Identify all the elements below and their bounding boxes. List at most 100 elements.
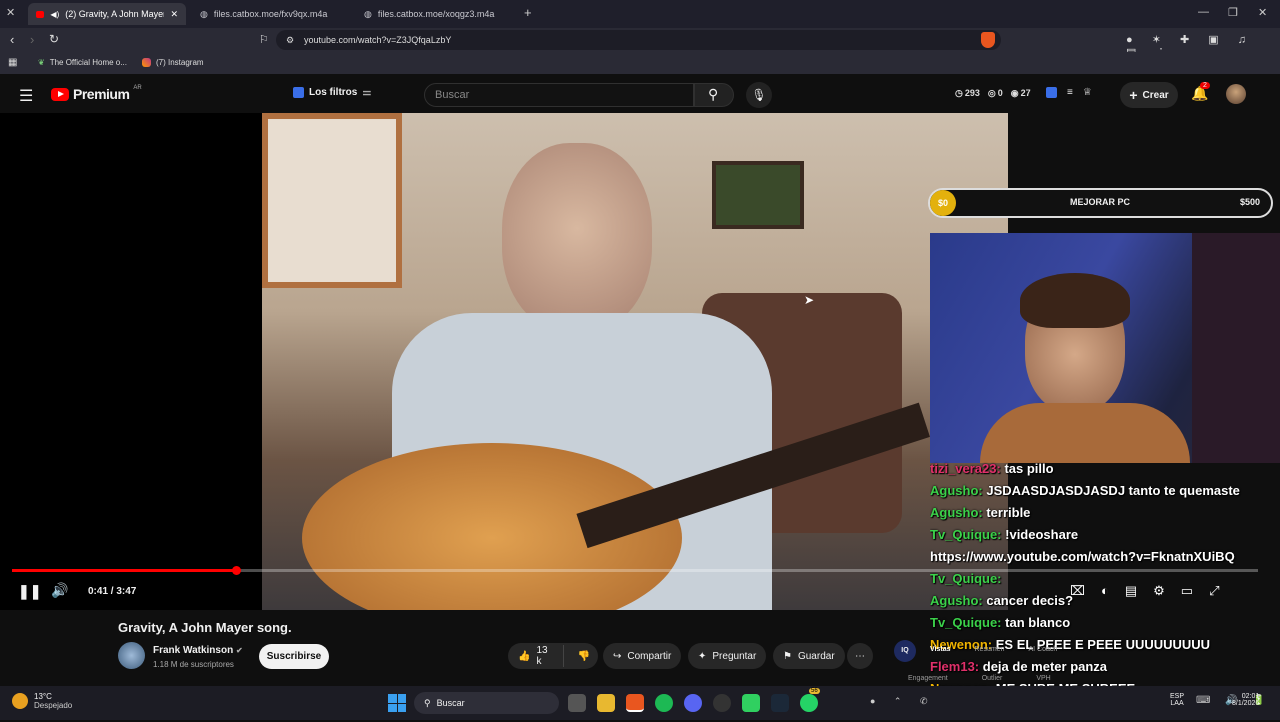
streamlabs-icon[interactable] (742, 694, 760, 712)
search-icon: ⚲ (424, 697, 431, 708)
steam-icon[interactable] (771, 694, 789, 712)
tab-vistas[interactable]: Vistas (930, 646, 951, 653)
more-actions-button[interactable]: ⋯ (847, 643, 873, 669)
obs-icon[interactable] (713, 694, 731, 712)
taskbar-search[interactable]: ⚲ Buscar (414, 692, 559, 714)
site-info-icon[interactable]: ⚙ (286, 35, 294, 46)
browser-tab-youtube[interactable]: ◀) (2) Gravity, A John Mayer son ✕ (28, 3, 186, 25)
language-indicator[interactable]: ESP LAA (1170, 693, 1184, 707)
filters-button[interactable]: Los filtros ⚌ (293, 87, 371, 98)
lang-code: ESP (1170, 693, 1185, 700)
chat-text: terrible (986, 505, 1031, 520)
chat-username: Flem13: (930, 659, 980, 674)
youtube-logo[interactable]: Premium AR (51, 85, 142, 102)
start-button[interactable] (388, 694, 406, 712)
tab-engagement[interactable]: Engagement (908, 675, 948, 682)
bookmarks-bar: ▦ ❦ The Official Home o... (7) Instagram (0, 52, 1280, 74)
chat-username: Agusho: (930, 593, 983, 608)
analytics-tabs-2: Engagement Outlier VPH (908, 675, 1051, 682)
list-icon[interactable]: ≡ (1067, 87, 1073, 98)
chat-text: !videoshare (1005, 527, 1079, 542)
weather-icon (12, 693, 28, 709)
new-tab-icon[interactable]: + (524, 5, 532, 20)
channel-name[interactable]: Frank Watkinson ✔ (153, 645, 243, 656)
file-explorer-icon[interactable] (597, 694, 615, 712)
ext-icons[interactable]: ≡ ♕ (1046, 87, 1092, 98)
browser-menu-icon[interactable]: ✕ (6, 6, 20, 20)
microphone-icon: 🎙 (751, 88, 767, 102)
bookmark-official-home[interactable]: ❦ The Official Home o... (38, 58, 127, 67)
voice-search-button[interactable]: 🎙 (746, 82, 772, 108)
whatsapp-icon[interactable]: 56 (800, 688, 820, 712)
chat-username: Tv_Quique: (930, 571, 1002, 586)
back-icon[interactable]: ‹ (10, 32, 14, 47)
clock-icon: ◷ (955, 88, 963, 98)
brave-shield-icon[interactable] (981, 32, 995, 48)
tab-close-icon[interactable]: ✕ (170, 9, 178, 20)
iq-icon[interactable] (1046, 87, 1057, 98)
chat-text: tas pillo (1004, 461, 1054, 476)
upgrade-label: MEJORAR PC (1070, 197, 1131, 207)
mirror (262, 113, 402, 288)
close-window-icon[interactable]: ✕ (1258, 6, 1267, 19)
chat-message: Agusho: JSDAASDJASDJASDJ tanto te quemas… (930, 480, 1280, 502)
hamburger-menu-icon[interactable]: ☰ (19, 86, 33, 106)
avatar[interactable] (1226, 84, 1246, 104)
minimize-icon[interactable]: — (1198, 6, 1209, 18)
tray-icons[interactable]: ● ⌃ ✆ (870, 696, 936, 707)
create-button[interactable]: + Crear (1120, 82, 1178, 108)
man-head (502, 143, 652, 333)
tab-audio-icon[interactable]: ◀) (50, 10, 59, 19)
ask-label: Preguntar (712, 650, 757, 662)
maximize-icon[interactable]: ❐ (1228, 6, 1238, 19)
task-view-icon[interactable] (568, 694, 586, 712)
weather-widget[interactable]: 13°C Despejado (12, 692, 72, 710)
volume-button[interactable]: 🔊 (51, 582, 68, 599)
video-frame[interactable]: ➤ (262, 113, 1008, 610)
apps-icon[interactable]: ▦ (8, 57, 17, 68)
tab-outlier[interactable]: Outlier (982, 675, 1003, 682)
dislike-button[interactable]: 👎 (570, 651, 598, 662)
subscribe-button[interactable]: Suscribirse (259, 644, 329, 669)
tab-resumen[interactable]: Resumen (975, 646, 1005, 653)
trophy-icon[interactable]: ♕ (1083, 87, 1092, 98)
browser-tab-catbox-2[interactable]: ◍ files.catbox.moe/xoqgz3.m4a (356, 3, 514, 25)
country-code: AR (133, 85, 142, 91)
stat-watching: 27 (1020, 88, 1031, 98)
youtube-header: ☰ Premium AR Los filtros ⚌ Buscar ⚲ 🎙 ◷ 2… (0, 74, 1280, 114)
notifications-button[interactable]: 🔔 2 (1191, 82, 1210, 102)
save-button[interactable]: ⚑ Guardar (773, 643, 845, 669)
forward-icon[interactable]: › (30, 32, 34, 47)
streamer-shirt (980, 403, 1190, 463)
url-field[interactable]: ⚙ youtube.com/watch?v=Z3JQfqaLzbY (276, 30, 1001, 50)
bookmark-save-icon: ⚑ (783, 650, 792, 662)
bookmark-icon[interactable]: ⚐ (259, 33, 269, 46)
globe-icon: ◍ (200, 8, 208, 19)
analytics-logo-icon[interactable]: IQ (894, 640, 916, 662)
search-input[interactable]: Buscar (424, 83, 694, 107)
search-button[interactable]: ⚲ (694, 83, 734, 107)
tab-title: files.catbox.moe/fxv9qx.m4a (213, 9, 328, 19)
browser-tab-strip: ✕ ◀) (2) Gravity, A John Mayer son ✕ ◍ f… (0, 0, 1280, 28)
tab-ai-coach[interactable]: AI Coach (1028, 646, 1057, 653)
video-player[interactable]: ➤ ❚❚ 🔊 0:41 / 3:47 (0, 113, 1008, 610)
create-label: Crear (1142, 89, 1169, 101)
spotify-icon[interactable] (655, 694, 673, 712)
ask-button[interactable]: ✦ Preguntar (688, 643, 767, 669)
channel-avatar[interactable] (118, 642, 145, 669)
tab-vph[interactable]: VPH (1036, 675, 1050, 682)
coin-badge: $0 (930, 190, 956, 216)
like-count: 13 k (536, 645, 548, 667)
brave-browser-icon[interactable] (626, 694, 644, 712)
like-button[interactable]: 👍 13 k (508, 645, 564, 667)
share-button[interactable]: ↪ Compartir (603, 643, 682, 669)
browser-tab-catbox-1[interactable]: ◍ files.catbox.moe/fxv9qx.m4a (192, 3, 350, 25)
bookmark-instagram[interactable]: (7) Instagram (142, 58, 204, 67)
globe-icon: ◍ (364, 8, 372, 19)
pause-button[interactable]: ❚❚ (18, 583, 41, 600)
clock[interactable]: 02:01 8/1/2026 (1232, 693, 1259, 707)
discord-icon[interactable] (684, 694, 702, 712)
speaker-icon: 🔊 (51, 582, 69, 598)
channel-name-text: Frank Watkinson (153, 645, 234, 656)
reload-icon[interactable]: ↻ (49, 32, 59, 46)
